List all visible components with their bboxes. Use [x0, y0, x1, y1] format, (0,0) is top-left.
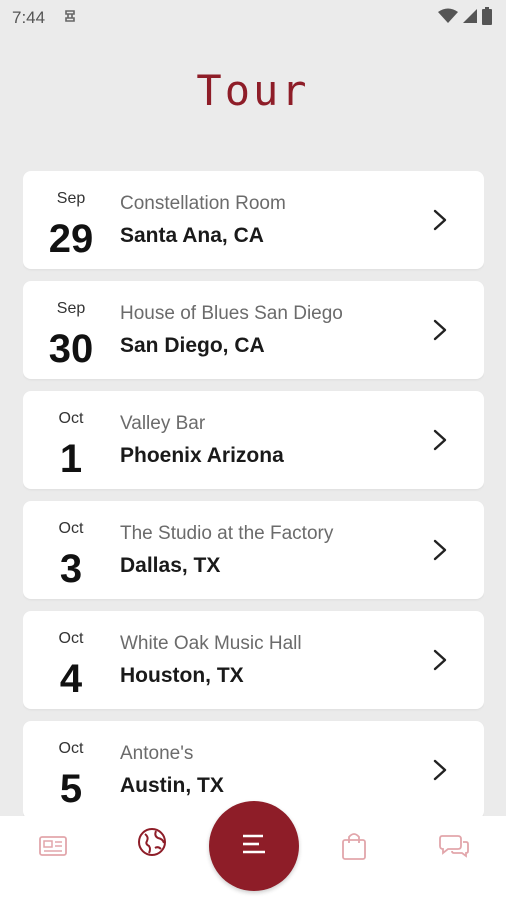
page-title: Tour [196, 66, 310, 115]
bottom-navigation [0, 801, 506, 900]
venue-name: House of Blues San Diego [120, 303, 343, 324]
date-day: 30 [48, 327, 94, 371]
battery-icon [482, 6, 492, 30]
date-day: 1 [59, 437, 83, 481]
chevron-right-icon [433, 649, 447, 671]
tour-date-card[interactable]: Sep 30 House of Blues San Diego San Dieg… [23, 281, 484, 379]
date-day: 3 [59, 547, 83, 591]
chevron-right-icon [433, 319, 447, 341]
globe-icon[interactable] [134, 824, 170, 860]
chat-icon[interactable] [436, 828, 472, 864]
date-month: Oct [58, 740, 84, 757]
date-day: 5 [59, 767, 83, 811]
tour-date-card[interactable]: Sep 29 Constellation Room Santa Ana, CA [23, 171, 484, 269]
date-day: 29 [48, 217, 94, 261]
tour-date-card[interactable]: Oct 1 Valley Bar Phoenix Arizona [23, 391, 484, 489]
date-month: Sep [56, 190, 86, 207]
status-time: 7:44 [12, 8, 46, 27]
venue-name: Constellation Room [120, 193, 286, 214]
city-name: Houston, TX [120, 664, 244, 687]
shopping-bag-icon[interactable] [336, 828, 372, 864]
menu-icon [241, 833, 267, 860]
date-month: Oct [58, 410, 84, 427]
date-day: 4 [59, 657, 83, 701]
chevron-right-icon [433, 539, 447, 561]
menu-button[interactable] [209, 801, 299, 891]
news-icon[interactable] [35, 828, 71, 864]
date-month: Sep [56, 300, 86, 317]
status-bar: 7:44 [0, 0, 506, 36]
tour-date-card[interactable]: Oct 4 White Oak Music Hall Houston, TX [23, 611, 484, 709]
venue-name: Valley Bar [120, 413, 206, 434]
city-name: San Diego, CA [120, 334, 265, 357]
city-name: Dallas, TX [120, 554, 221, 577]
chevron-right-icon [433, 759, 447, 781]
city-name: Phoenix Arizona [120, 444, 284, 467]
wifi-icon [438, 8, 458, 29]
city-name: Santa Ana, CA [120, 224, 264, 247]
city-name: Austin, TX [120, 774, 224, 797]
venue-name: Antone's [120, 743, 194, 764]
chevron-right-icon [433, 429, 447, 451]
venue-name: The Studio at the Factory [120, 523, 334, 544]
notification-icon [63, 8, 77, 29]
tour-date-card[interactable]: Oct 3 The Studio at the Factory Dallas, … [23, 501, 484, 599]
signal-icon [462, 8, 478, 29]
venue-name: White Oak Music Hall [120, 633, 302, 654]
date-month: Oct [58, 630, 84, 647]
date-month: Oct [58, 520, 84, 537]
chevron-right-icon [433, 209, 447, 231]
tour-list[interactable]: Sep 29 Constellation Room Santa Ana, CA … [23, 171, 484, 816]
